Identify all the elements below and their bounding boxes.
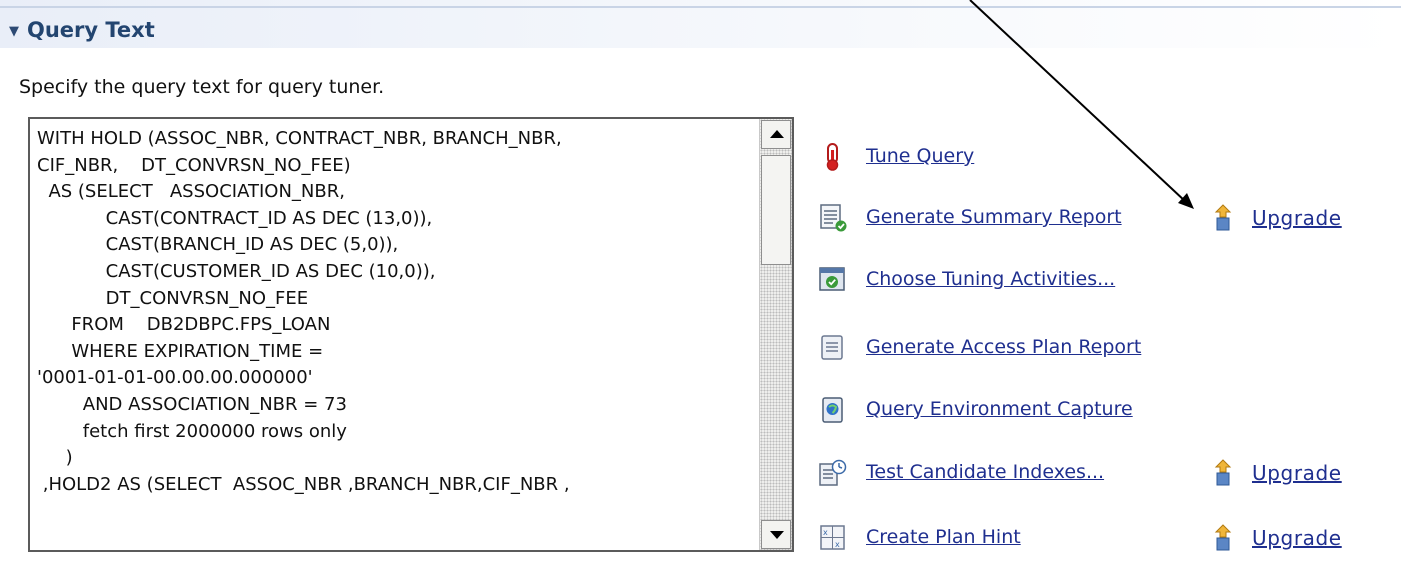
upgrade-icon xyxy=(1214,459,1232,486)
collapse-triangle-icon[interactable]: ▼ xyxy=(9,24,19,39)
thermometer-icon xyxy=(826,143,839,171)
section-description: Specify the query text for query tuner. xyxy=(19,76,385,98)
generate-access-plan-report-link[interactable]: Generate Access Plan Report xyxy=(866,336,1141,358)
test-indexes-icon xyxy=(819,459,847,486)
report-icon xyxy=(820,204,847,232)
svg-text:x: x xyxy=(823,528,828,537)
scroll-down-button[interactable] xyxy=(761,520,791,549)
upgrade-link[interactable]: Upgrade xyxy=(1252,526,1342,550)
upgrade-link[interactable]: Upgrade xyxy=(1252,206,1342,230)
vertical-scrollbar[interactable] xyxy=(759,119,792,550)
svg-text:x: x xyxy=(835,540,840,549)
access-plan-report-icon xyxy=(821,335,843,360)
section-header[interactable]: ▼ Query Text xyxy=(0,0,1401,48)
query-environment-capture-link[interactable]: Query Environment Capture xyxy=(866,398,1133,420)
create-plan-hint-link[interactable]: Create Plan Hint xyxy=(866,526,1021,548)
query-text-area[interactable]: WITH HOLD (ASSOC_NBR, CONTRACT_NBR, BRAN… xyxy=(28,117,794,552)
tune-query-link[interactable]: Tune Query xyxy=(866,145,974,167)
scroll-up-button[interactable] xyxy=(761,120,791,149)
environment-capture-icon xyxy=(822,397,843,423)
arrow-up-icon xyxy=(770,130,784,138)
upgrade-link[interactable]: Upgrade xyxy=(1252,461,1342,485)
choose-tuning-activities-link[interactable]: Choose Tuning Activities... xyxy=(866,268,1115,290)
scrollbar-thumb[interactable] xyxy=(761,155,791,265)
header-rule xyxy=(0,6,1401,8)
arrow-down-icon xyxy=(770,531,784,539)
test-candidate-indexes-link[interactable]: Test Candidate Indexes... xyxy=(866,461,1104,483)
upgrade-icon xyxy=(1214,524,1232,551)
tuning-activities-icon xyxy=(819,267,845,291)
generate-summary-report-link[interactable]: Generate Summary Report xyxy=(866,206,1122,228)
upgrade-icon xyxy=(1214,204,1232,231)
section-title: Query Text xyxy=(27,18,155,42)
query-text[interactable]: WITH HOLD (ASSOC_NBR, CONTRACT_NBR, BRAN… xyxy=(37,126,755,498)
plan-hint-icon: x x xyxy=(820,525,845,550)
